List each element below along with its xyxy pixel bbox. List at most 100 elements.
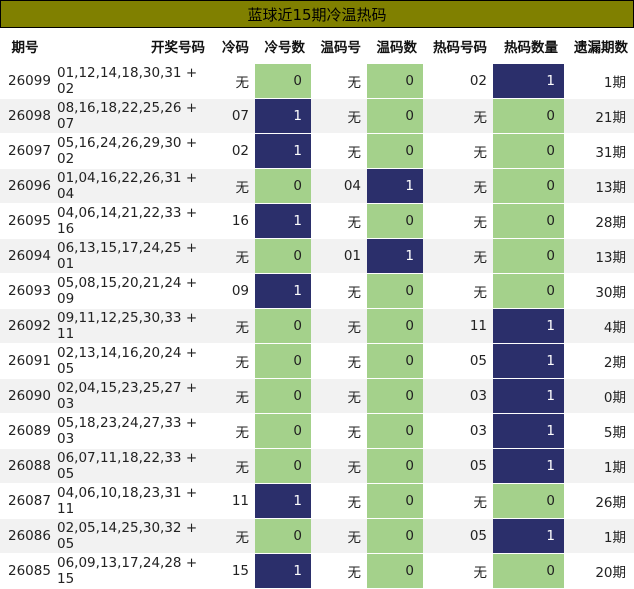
header-issue: 期号	[11, 40, 39, 56]
cell-draw-numbers: 02,13,14,16,20,24 + 05	[55, 343, 211, 379]
cell-miss-periods: 13期	[564, 168, 634, 204]
cell-cold-count: 0	[255, 343, 311, 379]
cell-hot-code: 无	[423, 273, 493, 309]
table-row: 26098 08,16,18,22,25,26 + 07 07 1 无 0 无 0 21期	[0, 98, 634, 134]
cell-hot-code: 无	[423, 238, 493, 274]
table-row: 26092 09,11,12,25,30,33 + 11 无 0 无 0 11 1 4期	[0, 308, 634, 344]
table-row: 26087 04,06,10,18,23,31 + 11 11 1 无 0 无 0 26期	[0, 483, 634, 519]
cell-warm-code: 01	[311, 238, 367, 274]
cell-cold-code: 无	[211, 518, 255, 554]
cell-hot-count: 0	[493, 168, 564, 204]
header-miss-periods: 遗漏期数	[574, 40, 628, 56]
cell-warm-code: 无	[311, 203, 367, 239]
cell-warm-count: 1	[367, 238, 423, 274]
cell-hot-code: 无	[423, 203, 493, 239]
cell-hot-count: 1	[493, 378, 564, 414]
cell-draw-numbers: 02,04,15,23,25,27 + 03	[55, 378, 211, 414]
table-row: 26097 05,16,24,26,29,30 + 02 02 1 无 0 无 0 31期	[0, 133, 634, 169]
cell-issue: 26089	[0, 413, 55, 449]
cell-warm-count: 0	[367, 273, 423, 309]
header-row: 期号 开奖号码 冷码 冷号数 温码号 温码数 热码号码 热码数量 遗漏期数	[0, 28, 634, 64]
cell-hot-code: 无	[423, 168, 493, 204]
cell-warm-code: 无	[311, 413, 367, 449]
cell-warm-code: 无	[311, 133, 367, 169]
cell-issue: 26086	[0, 518, 55, 554]
cell-issue: 26096	[0, 168, 55, 204]
cell-cold-code: 无	[211, 64, 255, 99]
cell-hot-count: 1	[493, 64, 564, 99]
header-hot-code: 热码号码	[433, 40, 487, 56]
table-row: 26095 04,06,14,21,22,33 + 16 16 1 无 0 无 0 28期	[0, 203, 634, 239]
cell-warm-count: 0	[367, 64, 423, 99]
cell-hot-count: 0	[493, 553, 564, 589]
cell-hot-count: 0	[493, 203, 564, 239]
table-row: 26094 06,13,15,17,24,25 + 01 无 0 01 1 无 0 13期	[0, 238, 634, 274]
cell-warm-count: 0	[367, 483, 423, 519]
table-row: 26085 06,09,13,17,24,28 + 15 15 1 无 0 无 0 20期	[0, 553, 634, 589]
cell-hot-count: 1	[493, 448, 564, 484]
cell-hot-code: 02	[423, 64, 493, 99]
cell-warm-count: 0	[367, 553, 423, 589]
cell-hot-count: 1	[493, 343, 564, 379]
cell-cold-count: 0	[255, 448, 311, 484]
cell-cold-code: 无	[211, 413, 255, 449]
table-row: 26086 02,05,14,25,30,32 + 05 无 0 无 0 05 1 1期	[0, 518, 634, 554]
cell-cold-count: 1	[255, 203, 311, 239]
cell-hot-code: 无	[423, 98, 493, 134]
cell-cold-code: 无	[211, 168, 255, 204]
cell-draw-numbers: 05,16,24,26,29,30 + 02	[55, 133, 211, 169]
cell-draw-numbers: 04,06,10,18,23,31 + 11	[55, 483, 211, 519]
cell-cold-count: 0	[255, 64, 311, 99]
cell-hot-count: 1	[493, 413, 564, 449]
cell-warm-count: 0	[367, 413, 423, 449]
cell-miss-periods: 26期	[564, 483, 634, 519]
cell-cold-count: 0	[255, 238, 311, 274]
cell-issue: 26099	[0, 64, 55, 99]
cell-issue: 26085	[0, 553, 55, 589]
cell-miss-periods: 31期	[564, 133, 634, 169]
cell-issue: 26098	[0, 98, 55, 134]
cell-hot-count: 0	[493, 98, 564, 134]
table-row: 26088 06,07,11,18,22,33 + 05 无 0 无 0 05 1 1期	[0, 448, 634, 484]
cell-draw-numbers: 01,12,14,18,30,31 + 02	[55, 64, 211, 99]
cell-warm-code: 无	[311, 518, 367, 554]
cell-warm-count: 0	[367, 378, 423, 414]
cell-miss-periods: 13期	[564, 238, 634, 274]
cell-warm-code: 无	[311, 483, 367, 519]
cell-hot-code: 03	[423, 378, 493, 414]
cell-cold-code: 07	[211, 98, 255, 134]
cell-warm-count: 0	[367, 343, 423, 379]
cell-cold-count: 0	[255, 168, 311, 204]
header-cold-code: 冷码	[222, 40, 249, 56]
cell-draw-numbers: 08,16,18,22,25,26 + 07	[55, 98, 211, 134]
cell-warm-code: 无	[311, 448, 367, 484]
cell-cold-code: 11	[211, 483, 255, 519]
cell-draw-numbers: 05,08,15,20,21,24 + 09	[55, 273, 211, 309]
cell-cold-count: 0	[255, 378, 311, 414]
cell-hot-code: 05	[423, 518, 493, 554]
cell-cold-code: 09	[211, 273, 255, 309]
cell-hot-code: 无	[423, 133, 493, 169]
cell-miss-periods: 21期	[564, 98, 634, 134]
cell-warm-code: 无	[311, 378, 367, 414]
cell-cold-code: 无	[211, 378, 255, 414]
cell-hot-code: 无	[423, 553, 493, 589]
cell-cold-count: 1	[255, 133, 311, 169]
cell-draw-numbers: 02,05,14,25,30,32 + 05	[55, 518, 211, 554]
cell-cold-code: 02	[211, 133, 255, 169]
cell-cold-count: 1	[255, 273, 311, 309]
cell-cold-count: 0	[255, 413, 311, 449]
header-hot-count: 热码数量	[504, 40, 558, 56]
cell-hot-count: 1	[493, 308, 564, 344]
cell-draw-numbers: 06,07,11,18,22,33 + 05	[55, 448, 211, 484]
cell-draw-numbers: 01,04,16,22,26,31 + 04	[55, 168, 211, 204]
cell-issue: 26087	[0, 483, 55, 519]
cell-cold-code: 16	[211, 203, 255, 239]
table-row: 26089 05,18,23,24,27,33 + 03 无 0 无 0 03 1 5期	[0, 413, 634, 449]
cell-issue: 26092	[0, 308, 55, 344]
header-warm-count: 温码数	[376, 40, 418, 56]
cell-warm-count: 0	[367, 133, 423, 169]
cell-warm-count: 0	[367, 98, 423, 134]
cell-issue: 26093	[0, 273, 55, 309]
header-cold-count: 冷号数	[264, 40, 306, 56]
